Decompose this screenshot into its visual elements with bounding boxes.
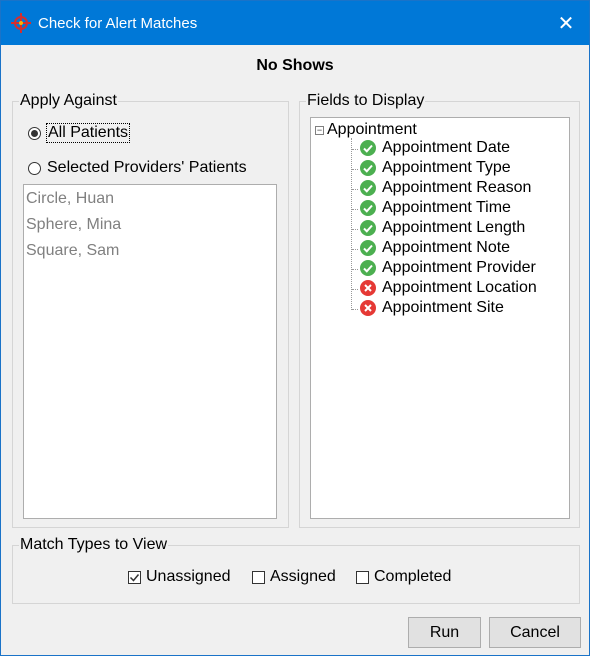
dialog-window: Check for Alert Matches ✕ No Shows Apply… (0, 0, 590, 656)
fields-to-display-legend: Fields to Display (306, 92, 426, 110)
tree-connector (352, 269, 358, 270)
checkbox-label: Unassigned (146, 568, 231, 585)
tree-item[interactable]: Appointment Reason (359, 179, 531, 197)
checkbox-box[interactable] (356, 570, 369, 584)
tree-item-label: Appointment Provider (382, 259, 536, 276)
radio-all-patients-dot[interactable] (28, 126, 41, 140)
provider-listbox[interactable]: Circle, Huan Sphere, Mina Square, Sam (23, 184, 277, 519)
tree-root-label: Appointment (327, 121, 417, 138)
window-title: Check for Alert Matches (38, 15, 198, 32)
radio-selected-providers[interactable]: Selected Providers' Patients (28, 159, 247, 177)
checkbox-box[interactable] (128, 570, 141, 584)
match-types-legend: Match Types to View (19, 536, 169, 554)
tree-item[interactable]: Appointment Type (359, 159, 511, 177)
tree-root-appointment[interactable]: − Appointment (315, 121, 417, 139)
tree-item-label: Appointment Reason (382, 179, 532, 196)
tree-item[interactable]: Appointment Length (359, 219, 525, 237)
cancel-button[interactable]: Cancel (489, 617, 581, 648)
close-button[interactable]: ✕ (543, 1, 589, 45)
radio-selected-providers-dot[interactable] (28, 161, 41, 175)
tree-item-label: Appointment Time (382, 199, 511, 216)
tree-item-label: Appointment Location (382, 279, 537, 296)
tree-item[interactable]: Appointment Date (359, 139, 510, 157)
list-item[interactable]: Sphere, Mina (26, 216, 121, 234)
checkbox-box[interactable] (252, 570, 265, 584)
check-circle-icon (360, 220, 376, 236)
tree-item[interactable]: Appointment Provider (359, 259, 536, 277)
collapse-icon[interactable]: − (315, 125, 324, 135)
tree-item[interactable]: Appointment Location (359, 279, 537, 297)
check-circle-icon (360, 160, 376, 176)
check-circle-icon (360, 140, 376, 156)
tree-connector (352, 289, 358, 290)
fields-tree[interactable]: − Appointment Appointment Date Appointmen… (310, 117, 570, 519)
close-icon: ✕ (557, 12, 575, 35)
list-item[interactable]: Circle, Huan (26, 190, 114, 208)
radio-all-patients[interactable]: All Patients (28, 123, 131, 143)
check-circle-icon (360, 200, 376, 216)
tree-item-label: Appointment Site (382, 299, 504, 316)
title-bar[interactable]: Check for Alert Matches ✕ (1, 1, 589, 45)
tree-item[interactable]: Appointment Time (359, 199, 511, 217)
checkmark-icon (129, 573, 140, 582)
check-circle-icon (360, 180, 376, 196)
tree-item-label: Appointment Type (382, 159, 511, 176)
tree-connector (352, 189, 358, 190)
tree-item-label: Appointment Length (382, 219, 526, 236)
tree-connector (352, 169, 358, 170)
error-circle-icon (360, 280, 376, 296)
radio-selected-providers-label: Selected Providers' Patients (47, 159, 247, 176)
apply-against-legend: Apply Against (19, 92, 118, 110)
alert-heading: No Shows (256, 57, 334, 74)
tree-connector (352, 209, 358, 210)
crosshair-alert-icon (11, 13, 31, 33)
checkbox-completed[interactable]: Completed (356, 568, 451, 586)
check-circle-icon (360, 260, 376, 276)
tree-connector (352, 149, 358, 150)
list-item[interactable]: Square, Sam (26, 242, 119, 260)
radio-all-patients-label: All Patients (45, 123, 131, 143)
tree-connector (352, 309, 358, 310)
checkbox-assigned[interactable]: Assigned (252, 568, 336, 586)
match-types-group: Match Types to View Unassigned Assigned Co… (12, 536, 580, 604)
fields-to-display-group: Fields to Display − Appointment Appointm… (299, 92, 580, 528)
apply-against-group: Apply Against All Patients Selected Prov… (12, 92, 289, 528)
tree-item[interactable]: Appointment Note (359, 239, 510, 257)
tree-connector (352, 229, 358, 230)
check-circle-icon (360, 240, 376, 256)
error-circle-icon (360, 300, 376, 316)
tree-item-label: Appointment Note (382, 239, 511, 256)
checkbox-unassigned[interactable]: Unassigned (128, 568, 231, 586)
checkbox-label: Completed (374, 568, 452, 585)
tree-item-label: Appointment Date (382, 139, 511, 156)
tree-connector (351, 138, 352, 310)
tree-item[interactable]: Appointment Site (359, 299, 504, 317)
checkbox-label: Assigned (270, 568, 336, 585)
tree-connector (352, 249, 358, 250)
run-button[interactable]: Run (408, 617, 481, 648)
